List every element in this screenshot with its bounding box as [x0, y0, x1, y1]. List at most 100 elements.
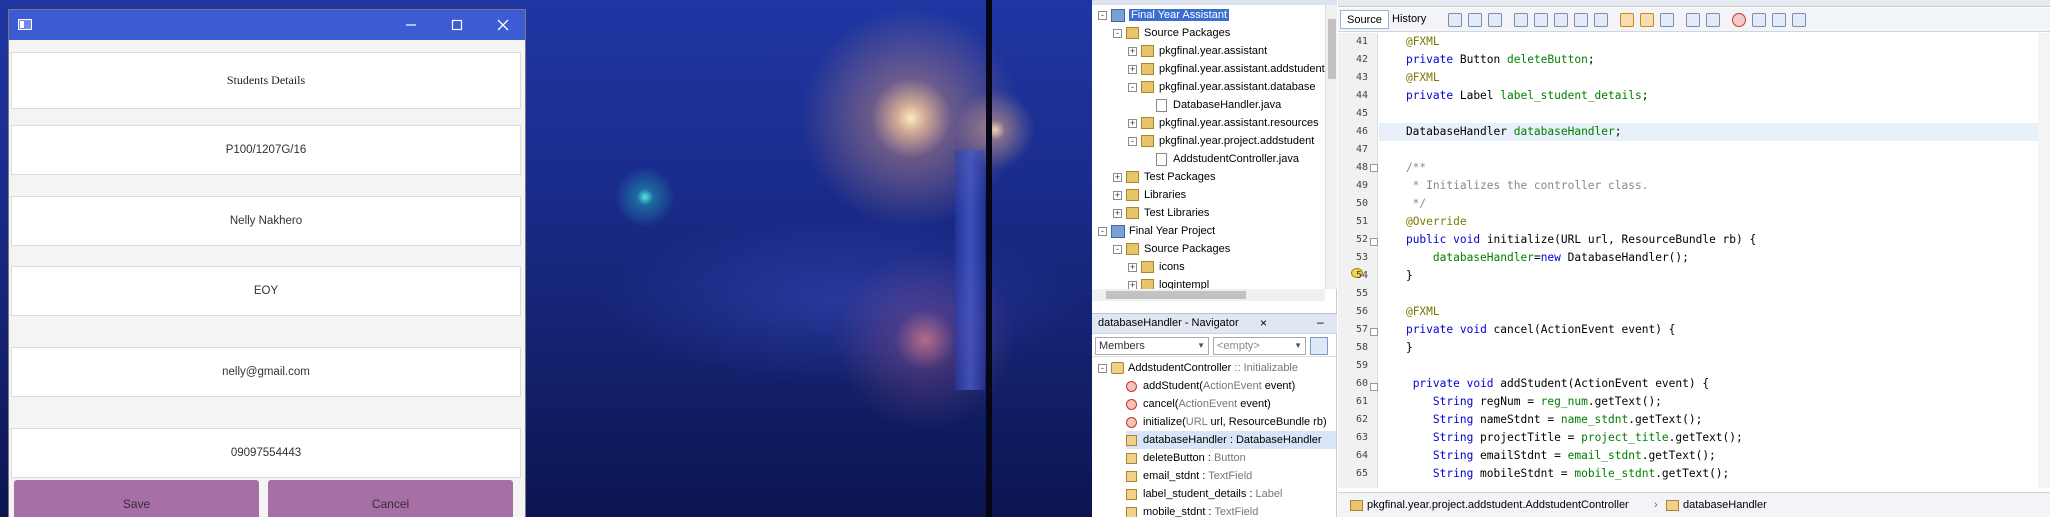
start-macro-icon[interactable] [1732, 13, 1746, 27]
expand-icon[interactable]: + [1128, 262, 1137, 272]
tree-item[interactable]: + pkgfinal.year.assistant [1128, 42, 1267, 60]
navigator-member[interactable]: deleteButton : Button [1126, 449, 1246, 467]
toggle-bookmark-icon[interactable] [1660, 13, 1674, 27]
tree-item[interactable]: + pkgfinal.year.assistant.addstudent [1128, 60, 1325, 78]
maximize-button[interactable] [434, 10, 480, 40]
tree-item[interactable]: - Final Year Assistant [1098, 6, 1230, 24]
tree-item[interactable]: - pkgfinal.year.assistant.database [1128, 78, 1316, 96]
navigator-member[interactable]: databaseHandler : DatabaseHandler [1126, 431, 1336, 449]
navigator-member[interactable]: initialize(URL url, ResourceBundle rb) [1126, 413, 1327, 431]
tree-item[interactable]: + Test Libraries [1113, 204, 1209, 222]
code-line[interactable]: DatabaseHandler databaseHandler; [1379, 123, 2050, 141]
tree-item[interactable]: + icons [1128, 258, 1185, 276]
tree-item[interactable]: - Source Packages [1113, 240, 1230, 258]
tree-item[interactable]: - pkgfinal.year.project.addstudent [1128, 132, 1314, 150]
find-next-icon[interactable] [1554, 13, 1568, 27]
code-line[interactable]: @Override [1379, 213, 2050, 231]
expand-icon[interactable]: + [1128, 280, 1137, 289]
navigator-options-icon[interactable] [1310, 337, 1328, 355]
code-line[interactable]: private Label label_student_details; [1379, 87, 2050, 105]
navigator-member[interactable]: email_stdnt : TextField [1126, 467, 1252, 485]
filter-select[interactable]: <empty> ▼ [1213, 337, 1306, 355]
expand-icon[interactable]: + [1128, 118, 1137, 128]
members-select[interactable]: Members ▼ [1095, 337, 1209, 355]
find-previous-icon[interactable] [1534, 13, 1548, 27]
code-line[interactable]: String emailStdnt = email_stdnt.getText(… [1379, 447, 2050, 465]
toggle-highlight-icon[interactable] [1574, 13, 1588, 27]
tree-item[interactable]: AddstudentController.java [1143, 150, 1299, 168]
forward-icon[interactable] [1488, 13, 1502, 27]
reg-num-field[interactable]: P100/1207G/16 [11, 125, 521, 175]
code-line[interactable] [1379, 357, 2050, 375]
code-line[interactable]: */ [1379, 195, 2050, 213]
fold-icon[interactable] [1370, 164, 1378, 172]
code-area[interactable]: @FXML private Button deleteButton; @FXML… [1379, 33, 2050, 488]
toggle-rect-select-icon[interactable] [1594, 13, 1608, 27]
shift-left-icon[interactable] [1686, 13, 1700, 27]
code-line[interactable]: @FXML [1379, 303, 2050, 321]
code-line[interactable]: @FXML [1379, 69, 2050, 87]
uncomment-icon[interactable] [1792, 13, 1806, 27]
collapse-icon[interactable]: - [1098, 226, 1107, 236]
code-line[interactable]: private void cancel(ActionEvent event) { [1379, 321, 2050, 339]
scrollbar-thumb[interactable] [1106, 291, 1246, 299]
tree-item[interactable]: + pkgfinal.year.assistant.resources [1128, 114, 1319, 132]
expand-icon[interactable]: + [1128, 46, 1137, 56]
project-tree-horizontal-scrollbar[interactable] [1092, 289, 1325, 301]
email-field[interactable]: nelly@gmail.com [11, 347, 521, 397]
expand-icon[interactable]: + [1128, 64, 1137, 74]
find-icon[interactable] [1514, 13, 1528, 27]
code-line[interactable]: private void addStudent(ActionEvent even… [1379, 375, 2050, 393]
expand-icon[interactable]: + [1113, 190, 1122, 200]
code-line[interactable]: private Button deleteButton; [1379, 51, 2050, 69]
code-line[interactable]: } [1379, 267, 2050, 285]
code-line[interactable]: String regNum = reg_num.getText(); [1379, 393, 2050, 411]
collapse-icon[interactable]: - [1098, 10, 1107, 20]
code-line[interactable]: } [1379, 339, 2050, 357]
code-line[interactable]: databaseHandler=new DatabaseHandler(); [1379, 249, 2050, 267]
back-icon[interactable] [1468, 13, 1482, 27]
navigator-member[interactable]: mobile_stdnt : TextField [1126, 503, 1258, 517]
tree-item[interactable]: + Libraries [1113, 186, 1186, 204]
tree-item[interactable]: DatabaseHandler.java [1143, 96, 1281, 114]
navigator-close-icon[interactable]: × [1260, 316, 1267, 330]
code-line[interactable] [1379, 141, 2050, 159]
tab-history[interactable]: History [1386, 10, 1432, 29]
mobile-field[interactable]: 09097554443 [11, 428, 521, 478]
breadcrumb-member[interactable]: databaseHandler [1666, 493, 1767, 517]
tree-item[interactable]: - Source Packages [1113, 24, 1230, 42]
code-line[interactable]: public void initialize(URL url, Resource… [1379, 231, 2050, 249]
collapse-icon[interactable]: - [1128, 82, 1137, 92]
project-tree-vertical-scrollbar[interactable] [1325, 5, 1337, 289]
window-titlebar[interactable] [9, 10, 525, 40]
last-edit-icon[interactable] [1448, 13, 1462, 27]
expand-icon[interactable]: + [1113, 208, 1122, 218]
collapse-icon[interactable]: - [1098, 363, 1107, 373]
editor-vertical-scrollbar[interactable] [2038, 33, 2050, 488]
project-title-field[interactable]: EOY [11, 266, 521, 316]
collapse-icon[interactable]: - [1113, 244, 1122, 254]
code-line[interactable]: String nameStdnt = name_stdnt.getText(); [1379, 411, 2050, 429]
navigator-root[interactable]: - AddstudentController :: Initializable [1098, 359, 1298, 377]
tree-item[interactable]: + logintempl [1128, 276, 1209, 289]
shift-right-icon[interactable] [1706, 13, 1720, 27]
code-line[interactable] [1379, 285, 2050, 303]
code-line[interactable]: String mobileStdnt = mobile_stdnt.getTex… [1379, 465, 2050, 483]
tree-item[interactable]: - Final Year Project [1098, 222, 1215, 240]
collapse-icon[interactable]: - [1128, 136, 1137, 146]
previous-bookmark-icon[interactable] [1620, 13, 1634, 27]
code-line[interactable]: String projectTitle = project_title.getT… [1379, 429, 2050, 447]
collapse-icon[interactable]: - [1113, 28, 1122, 38]
scrollbar-thumb[interactable] [1328, 19, 1336, 79]
code-line[interactable]: * Initializes the controller class. [1379, 177, 2050, 195]
editor-file-tabs[interactable] [1338, 0, 2050, 7]
expand-icon[interactable]: + [1113, 172, 1122, 182]
cancel-button[interactable]: Cancel [268, 480, 513, 517]
close-button[interactable] [480, 10, 526, 40]
fold-icon[interactable] [1370, 328, 1378, 336]
navigator-member[interactable]: cancel(ActionEvent event) [1126, 395, 1271, 413]
minimize-button[interactable] [388, 10, 434, 40]
breadcrumb-class[interactable]: pkgfinal.year.project.addstudent.Addstud… [1350, 493, 1629, 517]
code-line[interactable]: @FXML [1379, 33, 2050, 51]
name-field[interactable]: Nelly Nakhero [11, 196, 521, 246]
